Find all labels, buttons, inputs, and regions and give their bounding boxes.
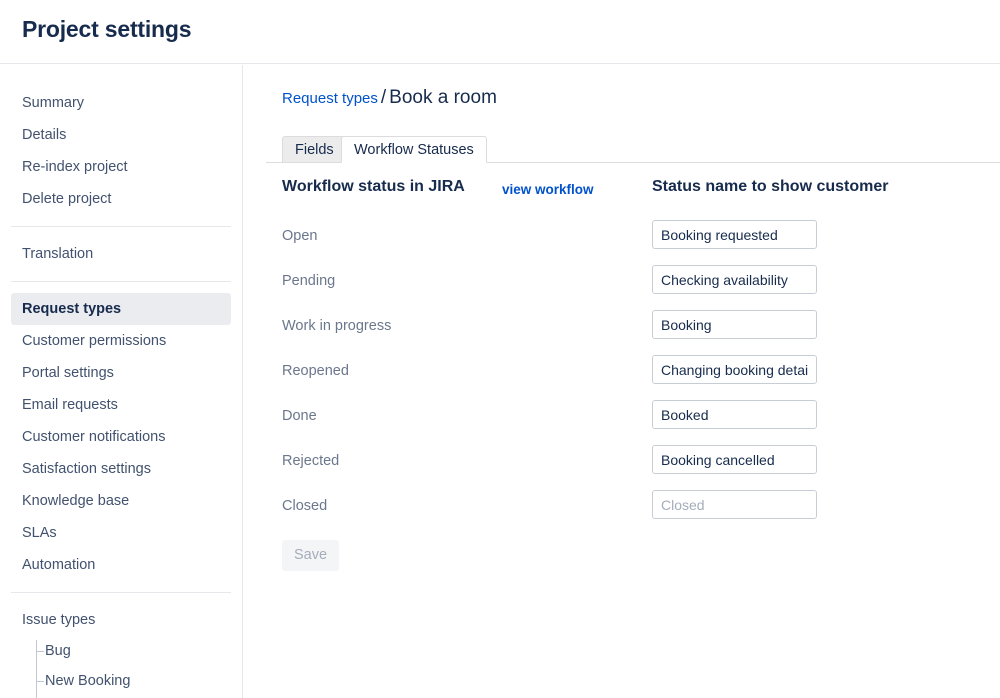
status-row: Rejected (244, 445, 1000, 490)
status-row: Open (244, 220, 1000, 265)
sidebar-group-service-desk: Request types Customer permissions Portal … (0, 293, 242, 581)
customer-status-name-input[interactable] (652, 220, 817, 249)
issue-type-bug[interactable]: Bug (22, 636, 242, 666)
customer-status-name-input[interactable] (652, 490, 817, 519)
breadcrumb-link-request-types[interactable]: Request types (282, 90, 378, 107)
sidebar-item-customer-notifications[interactable]: Customer notifications (11, 421, 231, 453)
workflow-status-label: Rejected (282, 453, 340, 469)
workflow-status-label: Work in progress (282, 318, 392, 334)
sidebar-item-portal-settings[interactable]: Portal settings (11, 357, 231, 389)
save-button[interactable]: Save (282, 540, 340, 571)
workflow-status-label: Done (282, 408, 317, 424)
column-heading-customer-status: Status name to show customer (652, 178, 889, 195)
sidebar-item-issue-types[interactable]: Issue types (11, 604, 231, 636)
sidebar-divider (11, 592, 231, 593)
column-heading-workflow-status: Workflow status in JIRA (282, 178, 465, 195)
sidebar-item-customer-permissions[interactable]: Customer permissions (11, 325, 231, 357)
breadcrumb-separator: / (380, 87, 387, 108)
issue-types-list: BugNew BookingSupport (22, 636, 242, 698)
sidebar-item-delete-project[interactable]: Delete project (11, 183, 231, 215)
sidebar-item-email-requests[interactable]: Email requests (11, 389, 231, 421)
customer-status-name-input[interactable] (652, 400, 817, 429)
status-row: Reopened (244, 355, 1000, 400)
issue-types-tree: BugNew BookingSupport (22, 636, 242, 698)
page-header: Project settings (0, 0, 1000, 64)
workflow-status-label: Pending (282, 273, 336, 289)
main-content: Request types / Book a room Fields Workflo… (244, 65, 1000, 698)
issue-type-new-booking[interactable]: New Booking (22, 666, 242, 696)
view-workflow-link[interactable]: view workflow (502, 182, 594, 197)
sidebar-item-summary[interactable]: Summary (11, 87, 231, 119)
customer-status-name-input[interactable] (652, 265, 817, 294)
status-row: Pending (244, 265, 1000, 310)
breadcrumb: Request types / Book a room (282, 87, 497, 109)
sidebar-item-translation[interactable]: Translation (11, 238, 231, 270)
customer-status-name-input[interactable] (652, 445, 817, 474)
status-row: Done (244, 400, 1000, 445)
status-row: Work in progress (244, 310, 1000, 355)
customer-status-name-input[interactable] (652, 355, 817, 384)
sidebar-group-translation: Translation (0, 238, 242, 270)
page-title: Project settings (22, 16, 192, 42)
sidebar-item-knowledge-base[interactable]: Knowledge base (11, 485, 231, 517)
sidebar-item-satisfaction-settings[interactable]: Satisfaction settings (11, 453, 231, 485)
workflow-status-label: Open (282, 228, 318, 244)
customer-status-name-input[interactable] (652, 310, 817, 339)
sidebar-item-request-types[interactable]: Request types (11, 293, 231, 325)
workflow-status-rows: Open Pending Work in progress Reopened Done R… (244, 220, 1000, 535)
sidebar-divider (11, 281, 231, 282)
breadcrumb-current: Book a room (389, 87, 497, 108)
status-row: Closed (244, 490, 1000, 535)
workflow-status-label: Reopened (282, 363, 349, 379)
tab-workflow-statuses[interactable]: Workflow Statuses (341, 136, 487, 163)
sidebar-item-details[interactable]: Details (11, 119, 231, 151)
tab-bar: Fields Workflow Statuses (266, 136, 1000, 163)
project-settings-page: Project settings Summary Details Re-index … (0, 0, 1000, 698)
sidebar-item-re-index-project[interactable]: Re-index project (11, 151, 231, 183)
sidebar-group-project: Summary Details Re-index project Delete pro… (0, 87, 242, 215)
sidebar-item-slas[interactable]: SLAs (11, 517, 231, 549)
workflow-status-label: Closed (282, 498, 328, 514)
settings-sidebar: Summary Details Re-index project Delete pro… (0, 65, 243, 698)
sidebar-divider (11, 226, 231, 227)
tab-fields[interactable]: Fields (282, 136, 347, 163)
sidebar-item-automation[interactable]: Automation (11, 549, 231, 581)
